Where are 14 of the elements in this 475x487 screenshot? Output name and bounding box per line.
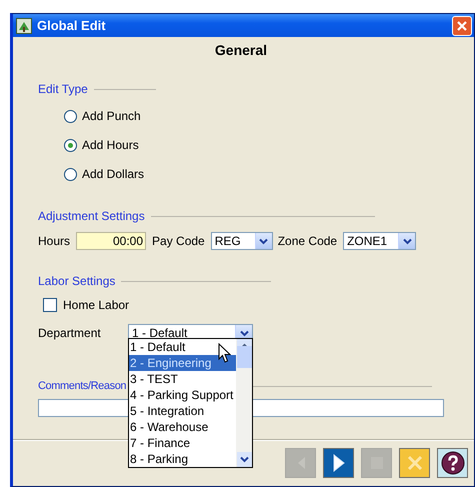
radio-label: Add Dollars [82, 167, 144, 181]
field-label: Pay Code [152, 234, 205, 248]
window-title: Global Edit [37, 18, 107, 33]
group-label: Labor Settings [38, 274, 116, 288]
field-label: Hours [38, 234, 70, 248]
radio-label: Add Hours [82, 138, 139, 152]
section-heading: General [214, 42, 268, 58]
group-label: Adjustment Settings [38, 209, 145, 223]
group-label: Comments/Reason [38, 380, 126, 392]
group-label: Edit Type [38, 82, 88, 96]
field-label: Department [38, 326, 102, 340]
field-label: Zone Code [278, 234, 338, 248]
radio-label: Add Punch [82, 109, 141, 123]
checkbox-label: Home Labor [63, 298, 130, 312]
